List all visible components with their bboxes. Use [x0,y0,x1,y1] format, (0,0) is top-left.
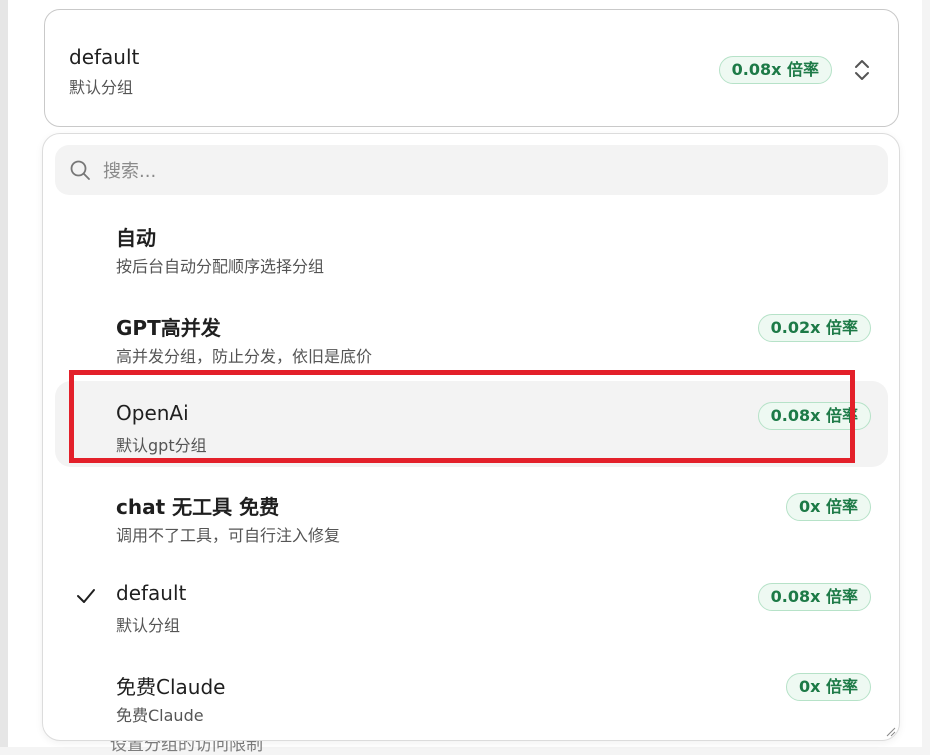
background-edge [0,0,8,747]
option-title: OpenAi [116,401,189,425]
option-title: 自动 [116,226,156,250]
option-subtitle: 高并发分组，防止分发，依旧是底价 [116,347,373,366]
option-title: 免费Claude [116,675,226,699]
option-title: default [116,581,187,605]
option-auto[interactable]: 自动 按后台自动分配顺序选择分组 [55,212,888,298]
option-subtitle: 按后台自动分配顺序选择分组 [116,257,325,276]
checkmark-icon [77,589,95,603]
option-title: chat 无工具 免费 [116,495,280,519]
option-default[interactable]: default 默认分组 0.08x 倍率 [55,571,888,657]
option-subtitle: 调用不了工具，可自行注入修复 [116,526,341,545]
option-ratio-badge: 0x 倍率 [785,493,871,521]
option-ratio-badge: 0.08x 倍率 [757,583,871,611]
option-ratio-badge: 0x 倍率 [785,673,871,701]
resize-grip-icon[interactable] [886,727,896,737]
search-input[interactable] [101,153,865,189]
option-subtitle: 默认分组 [116,616,181,635]
chevron-up-down-icon[interactable] [852,56,872,84]
option-subtitle: 免费Claude [116,706,204,725]
selected-group-subtitle: 默认分组 [69,78,134,97]
selected-group-ratio-badge: 0.08x 倍率 [718,56,832,84]
option-ratio-badge: 0.08x 倍率 [757,402,871,430]
option-gpt-high-concurrency[interactable]: GPT高并发 高并发分组，防止分发，依旧是底价 0.02x 倍率 [55,302,888,388]
group-dropdown-panel: 自动 按后台自动分配顺序选择分组 GPT高并发 高并发分组，防止分发，依旧是底价… [42,133,900,741]
selected-group-title: default [69,45,140,69]
option-title: GPT高并发 [116,316,221,340]
option-free-claude[interactable]: 免费Claude 免费Claude 0x 倍率 [55,661,888,740]
option-chat-no-tools-free[interactable]: chat 无工具 免费 调用不了工具，可自行注入修复 0x 倍率 [55,481,888,567]
search-icon [70,160,90,180]
option-ratio-badge: 0.02x 倍率 [757,314,871,342]
option-openai[interactable]: OpenAi 默认gpt分组 0.08x 倍率 [55,381,888,467]
group-select-trigger[interactable]: default 默认分组 0.08x 倍率 [44,9,899,127]
option-subtitle: 默认gpt分组 [116,436,207,455]
search-box[interactable] [55,145,888,195]
